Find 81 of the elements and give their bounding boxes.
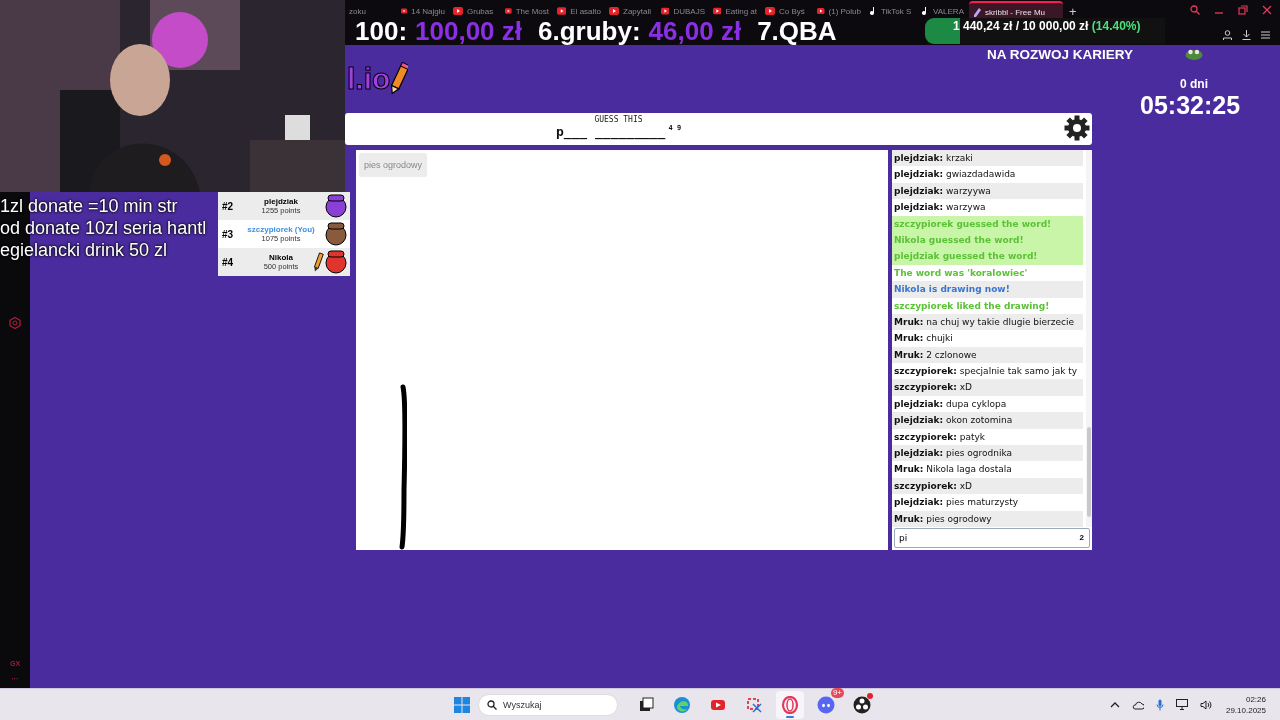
chat-message: plejdziak: warzywa [893,201,987,215]
search-field[interactable]: Wyszukaj [478,693,618,716]
chat-message: plejdziak: gwiazdadawida [893,168,1017,182]
scissors-icon [745,695,763,714]
chat-message: plejdziak: warzyywa [892,182,1083,200]
chat-message: Mruk: 2 czlonowe [892,346,1083,364]
video-icon [713,7,722,15]
video-icon [661,7,670,15]
chat-message: Mruk: pies ogrodowy [892,510,1083,527]
chat-message: plejdziak: pies ogrodnika [892,445,1083,462]
browser-tab[interactable]: VALERA [917,1,969,21]
chat-message: plejdziak: dupa cyklopa [893,397,1008,411]
frog-icon [1185,48,1203,60]
browser-icon [673,695,691,714]
pencil-icon [390,62,409,96]
alert-dot [867,692,873,699]
video-icon [817,7,825,15]
browser-tab[interactable]: skribbl - Free Mu [969,1,1063,21]
player-rank: #4 [222,256,235,268]
scrollbar[interactable] [1086,150,1092,527]
chat-notice: Nikola guessed the word! [894,234,1024,245]
chat-app-icon [817,695,835,714]
stream-timer: 05:32:25 [1140,91,1241,120]
chat-message: Mruk: chujki [893,332,954,346]
video-icon [401,7,408,15]
chat-message: szczypiorek: patyk [893,430,987,444]
close-icon[interactable] [1262,5,1272,15]
music-note-icon [869,6,877,16]
video-icon [453,7,463,15]
task-view-icon [637,695,655,714]
video-icon [505,7,512,15]
chat-notice: szczypiorek liked the drawing! [894,300,1050,311]
chat-notice: plejdziak guessed the word! [894,251,1038,262]
game-logo: l.io [347,62,391,96]
chat-message: Mruk: na chuj wy takie dlugie bierzecie [892,313,1083,331]
chat-message: plejdziak: krzaki [892,150,1083,167]
player-name: plejdziak [264,197,298,206]
chat-message: plejdziak: okon zotomina [892,412,1083,429]
chat-notice: szczypiorek guessed the word! [894,218,1052,229]
player-rank: #2 [222,200,235,212]
maximize-icon[interactable] [1238,5,1248,15]
menu-icon[interactable] [1261,30,1270,40]
word-tooltip: pies ogrodowy [359,153,428,177]
browser-tab[interactable]: TikTok S [865,1,917,21]
video-icon [609,7,619,15]
user-icon[interactable] [1223,30,1232,40]
word-hint: p___ _________ [555,124,666,139]
goal-title: NA ROZWOJ KARIERY [987,47,1133,62]
player-name: szczypiorek (You) [247,225,315,234]
microphone-icon[interactable] [1155,698,1164,711]
new-tab-button[interactable]: + [1063,3,1083,19]
clock-time[interactable]: 02:26 [1245,693,1266,705]
chat-message: szczypiorek: specjalnie tak samo jak ty [893,365,1079,379]
settings-icon[interactable] [1064,115,1090,141]
chat-message: szczypiorek: xD [892,379,1083,396]
chat-notice: Nikola is drawing now! [894,284,1010,295]
cloud-icon[interactable] [1131,699,1144,710]
windows-icon[interactable] [454,696,470,713]
pen-icon [973,7,981,17]
browser-icon [781,695,799,714]
notification-badge: 9+ [830,687,844,698]
player-rank: #3 [222,228,235,240]
speaker-icon[interactable] [1199,699,1212,710]
goal-amounts: 1 440,24 zł / 10 000,00 zł (14.40%) [953,19,1141,33]
player-name: Nikola [269,253,293,262]
record-icon [853,695,871,714]
chat-notice: The word was 'koralowiec' [894,267,1028,278]
video-icon [765,7,775,15]
video-icon [557,7,567,15]
days-counter: 0 dni [1180,77,1208,91]
clock-date[interactable]: 29.10.2025 [1225,704,1266,716]
download-icon[interactable] [1242,30,1251,40]
chat-message: Mruk: Nikola laga dostala [893,463,1013,477]
music-note-icon [921,6,929,16]
chat-message: plejdziak: pies maturzysty [893,496,1020,510]
monitor-icon[interactable] [1175,699,1188,710]
chat-message: szczypiorek: xD [892,477,1083,495]
char-counter: 2 [1079,533,1084,542]
drawing-canvas[interactable]: pies ogrodowy [356,150,888,550]
guess-label: GUESS THIS [594,115,643,124]
search-icon[interactable] [1190,5,1200,15]
